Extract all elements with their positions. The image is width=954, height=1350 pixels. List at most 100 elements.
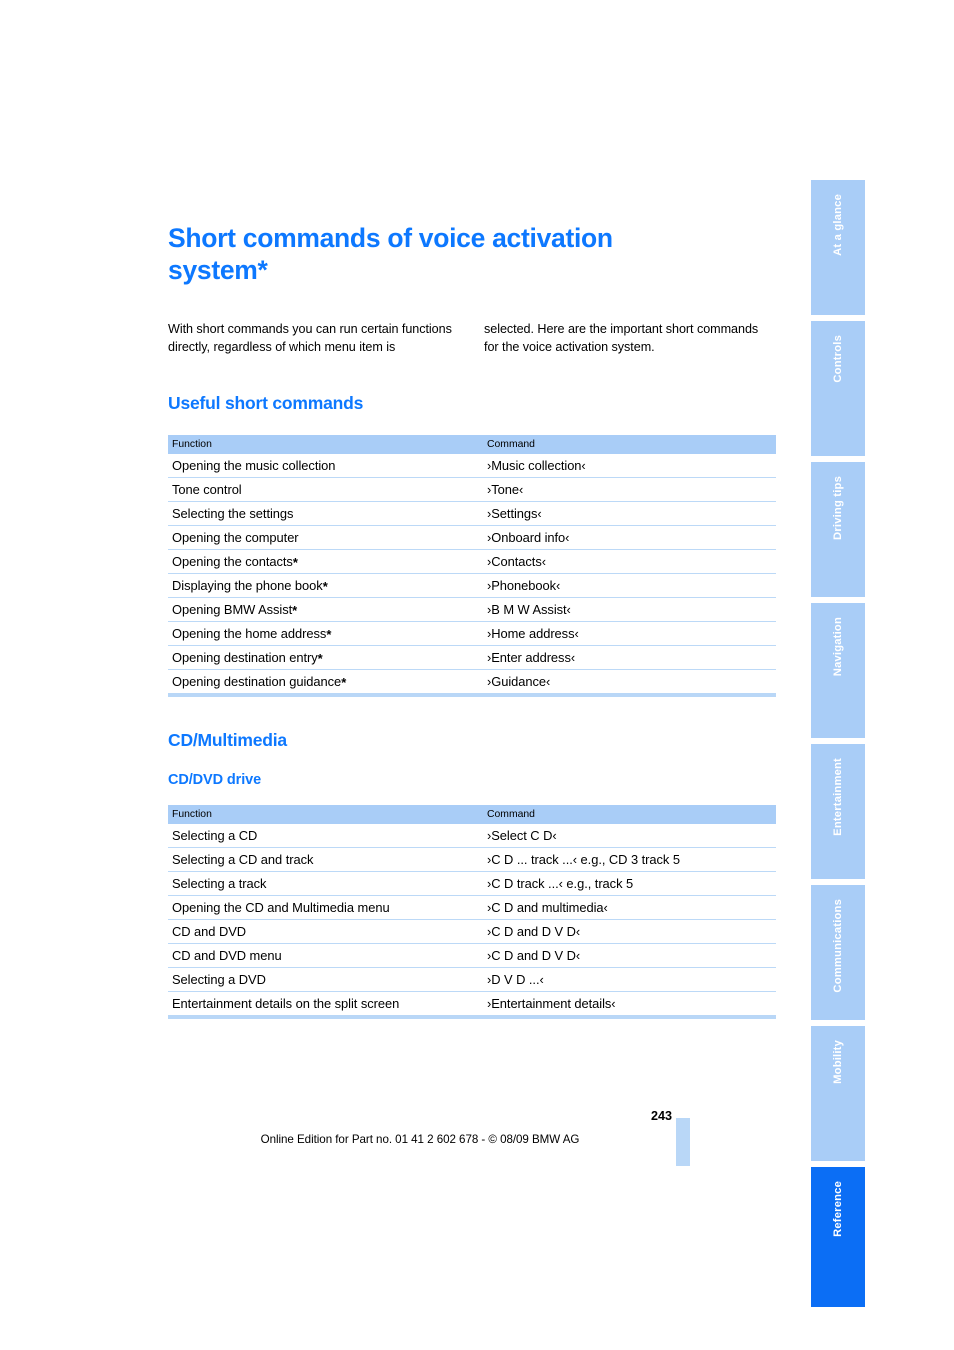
voice-command-text: ›Entertainment details‹ <box>487 995 616 1011</box>
cell-command: ›Onboard info‹ <box>483 525 776 550</box>
table-row: Opening destination guidance* ›Guidance‹ <box>168 670 776 694</box>
cell-command: ›Music collection‹ <box>483 454 776 478</box>
voice-command-text: ›Tone‹ <box>487 481 524 497</box>
chapter-tab-label: Driving tips <box>832 476 844 540</box>
cell-command: ›Phonebook‹ <box>483 573 776 598</box>
cell-function: Selecting a track <box>168 871 483 896</box>
cell-function: Selecting the settings <box>168 501 483 526</box>
voice-command-text: ›Settings‹ <box>487 505 542 521</box>
intro-text-left: With short commands you can run certain … <box>168 322 452 354</box>
footer-accent-bar <box>676 1118 690 1166</box>
chapter-tab-at-a-glance[interactable]: At a glance <box>811 180 865 315</box>
chapter-tab-strip: At a glance Controls Driving tips Navigatio… <box>811 180 865 1307</box>
voice-command-text: ›C D and D V D‹ <box>487 923 581 939</box>
table-row: Selecting a CD and track ›C D ... track .… <box>168 847 776 872</box>
table-header-row: Function Command <box>168 435 776 454</box>
cell-command: ›Tone‹ <box>483 477 776 502</box>
table-bottom-rule <box>168 693 776 697</box>
voice-command-text: ›Guidance‹ <box>487 673 551 689</box>
command-example-note: e.g., track 5 <box>562 875 634 891</box>
cell-function: Opening the home address* <box>168 621 483 646</box>
table-row: Opening the contacts* ›Contacts‹ <box>168 549 776 574</box>
table-row: Entertainment details on the split scree… <box>168 992 776 1016</box>
voice-command-text: ›Phonebook‹ <box>487 577 561 593</box>
table-row: Opening the home address* ›Home address‹ <box>168 621 776 646</box>
cell-function: Selecting a CD <box>168 824 483 848</box>
intro-column-right: selected. Here are the important short c… <box>484 321 776 356</box>
chapter-tab-label: At a glance <box>832 194 844 256</box>
cell-function: Opening the CD and Multimedia menu <box>168 895 483 920</box>
cell-command: ›B M W Assist‹ <box>483 597 776 622</box>
optional-equipment-asterisk: * <box>292 554 298 570</box>
chapter-tab-label: Mobility <box>832 1040 844 1084</box>
cell-command: ›D V D ...‹ <box>483 967 776 992</box>
chapter-tab-mobility[interactable]: Mobility <box>811 1026 865 1161</box>
intro-paragraphs: With short commands you can run certain … <box>168 321 776 356</box>
column-header-command: Command <box>483 805 776 824</box>
chapter-tab-label: Reference <box>832 1181 844 1237</box>
table-row: Opening the computer ›Onboard info‹ <box>168 525 776 550</box>
chapter-tab-reference[interactable]: Reference <box>811 1167 865 1307</box>
cell-command: ›C D and multimedia‹ <box>483 895 776 920</box>
table-row: Displaying the phone book* ›Phonebook‹ <box>168 573 776 598</box>
table-row: Selecting the settings ›Settings‹ <box>168 501 776 526</box>
cell-function: Tone control <box>168 477 483 502</box>
table-row: Selecting a DVD ›D V D ...‹ <box>168 967 776 992</box>
cell-command: ›C D track ...‹ e.g., track 5 <box>483 871 776 896</box>
table-row: Tone control ›Tone‹ <box>168 477 776 502</box>
command-example-note: e.g., CD 3 track 5 <box>577 851 680 867</box>
cell-function: CD and DVD <box>168 919 483 944</box>
table-row: Selecting a CD ›Select C D‹ <box>168 824 776 848</box>
table-row: Opening destination entry* ›Enter address… <box>168 645 776 670</box>
voice-command-text: ›C D ... track ...‹ <box>487 851 578 867</box>
chapter-tab-navigation[interactable]: Navigation <box>811 603 865 738</box>
chapter-tab-entertainment[interactable]: Entertainment <box>811 744 865 879</box>
voice-command-text: ›Onboard info‹ <box>487 529 570 545</box>
voice-command-text: ›C D and D V D‹ <box>487 947 581 963</box>
document-page: Short commands of voice activation syste… <box>0 0 954 1350</box>
voice-command-text: ›Music collection‹ <box>487 457 586 473</box>
cell-function: Opening destination entry* <box>168 645 483 670</box>
voice-command-text: ›C D and multimedia‹ <box>487 899 608 915</box>
page-title: Short commands of voice activation syste… <box>168 223 613 285</box>
cell-command: ›Settings‹ <box>483 501 776 526</box>
optional-equipment-asterisk: * <box>326 626 332 642</box>
cd-dvd-drive-table: Function Command Selecting a CD ›Select C… <box>168 805 776 1015</box>
chapter-tab-label: Communications <box>832 899 844 993</box>
chapter-tab-driving-tips[interactable]: Driving tips <box>811 462 865 597</box>
table-row: Opening the CD and Multimedia menu ›C D a… <box>168 895 776 920</box>
cell-command: ›Contacts‹ <box>483 549 776 574</box>
table-bottom-rule <box>168 1015 776 1019</box>
useful-table-body: Opening the music collection ›Music colle… <box>168 454 776 693</box>
column-header-function: Function <box>168 805 483 824</box>
cell-function: CD and DVD menu <box>168 943 483 968</box>
voice-command-text: ›Select C D‹ <box>487 827 557 843</box>
cell-function: Opening the contacts* <box>168 549 483 574</box>
optional-equipment-asterisk: * <box>322 578 328 594</box>
voice-command-text: ›Home address‹ <box>487 625 579 641</box>
cell-function: Opening the music collection <box>168 454 483 478</box>
voice-command-text: ›Enter address‹ <box>487 649 576 665</box>
voice-command-text: ›B M W Assist‹ <box>487 601 571 617</box>
table-row: CD and DVD ›C D and D V D‹ <box>168 919 776 944</box>
column-header-function: Function <box>168 435 483 454</box>
chapter-tab-communications[interactable]: Communications <box>811 885 865 1020</box>
table-row: Selecting a track ›C D track ...‹ e.g., t… <box>168 871 776 896</box>
cell-function: Opening destination guidance* <box>172 673 347 690</box>
cell-function: Entertainment details on the split scree… <box>172 995 400 1011</box>
content-column: Short commands of voice activation syste… <box>168 222 776 1019</box>
cd-dvd-table-body: Selecting a CD ›Select C D‹ Selecting a CD… <box>168 824 776 1015</box>
cell-command: ›Enter address‹ <box>483 645 776 670</box>
cell-command: ›Entertainment details‹ <box>483 992 776 1016</box>
cell-command: ›C D and D V D‹ <box>483 943 776 968</box>
cell-command: ›Guidance‹ <box>483 670 776 694</box>
cell-command: ›Select C D‹ <box>483 824 776 848</box>
page-number: 243 <box>650 1109 672 1123</box>
chapter-tab-label: Controls <box>832 335 844 383</box>
column-header-command: Command <box>483 435 776 454</box>
chapter-tab-controls[interactable]: Controls <box>811 321 865 456</box>
chapter-tab-label: Entertainment <box>832 758 844 836</box>
voice-command-text: ›C D track ...‹ <box>487 875 563 891</box>
cell-command: ›C D ... track ...‹ e.g., CD 3 track 5 <box>483 847 776 872</box>
table-row: Opening BMW Assist* ›B M W Assist‹ <box>168 597 776 622</box>
